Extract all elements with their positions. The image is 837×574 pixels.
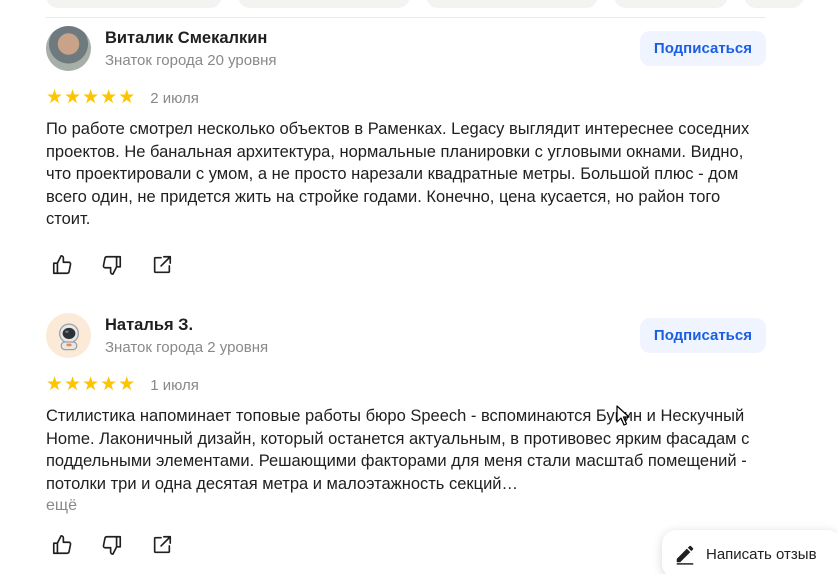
filter-chip[interactable] <box>238 0 410 8</box>
star-rating: ★ ★ ★ ★ ★ <box>46 374 136 395</box>
review-text: По работе смотрел несколько объектов в Р… <box>46 120 750 228</box>
star-icon: ★ <box>82 374 100 395</box>
filter-chip[interactable] <box>614 0 728 8</box>
write-review-button[interactable]: Написать отзыв <box>662 530 837 574</box>
astronaut-icon <box>58 322 79 350</box>
review-meta: ★ ★ ★ ★ ★ 1 июля <box>46 374 776 395</box>
review-date: 2 июля <box>150 89 199 107</box>
thumbs-down-icon <box>102 535 122 555</box>
share-button[interactable] <box>150 533 174 557</box>
star-icon: ★ <box>100 87 118 108</box>
star-icon: ★ <box>64 374 82 395</box>
thumbs-up-icon <box>52 254 72 274</box>
share-icon <box>153 255 172 273</box>
star-icon: ★ <box>118 87 136 108</box>
author-level: Знаток города 20 уровня <box>105 52 277 69</box>
star-icon: ★ <box>46 87 64 108</box>
read-more-link[interactable]: ещё <box>46 495 776 517</box>
thumbs-up-icon <box>52 535 72 555</box>
star-icon: ★ <box>46 374 64 395</box>
review-actions <box>46 253 776 277</box>
star-rating: ★ ★ ★ ★ ★ <box>46 87 136 108</box>
review-card: Виталик Смекалкин Знаток города 20 уровн… <box>46 26 776 277</box>
mouse-cursor-icon <box>616 405 630 426</box>
filter-chip[interactable] <box>744 0 804 8</box>
author-info: Наталья З. Знаток города 2 уровня <box>105 313 268 358</box>
star-icon: ★ <box>82 87 100 108</box>
review-date: 1 июля <box>150 376 199 394</box>
filter-chip[interactable] <box>46 0 222 8</box>
author-level: Знаток города 2 уровня <box>105 339 269 356</box>
share-button[interactable] <box>150 253 174 277</box>
share-icon <box>153 535 172 554</box>
avatar[interactable] <box>46 26 91 71</box>
author-info: Виталик Смекалкин Знаток города 20 уровн… <box>105 26 276 71</box>
star-icon: ★ <box>64 87 82 108</box>
review-card: Наталья З. Знаток города 2 уровня Подпис… <box>46 313 776 557</box>
author-name[interactable]: Наталья З. <box>105 315 268 336</box>
review-meta: ★ ★ ★ ★ ★ 2 июля <box>46 87 776 108</box>
filter-chip[interactable] <box>426 0 598 8</box>
star-icon: ★ <box>118 374 136 395</box>
subscribe-button[interactable]: Подписаться <box>639 31 766 66</box>
pencil-icon <box>676 545 694 565</box>
subscribe-button[interactable]: Подписаться <box>639 318 766 353</box>
like-button[interactable] <box>50 533 74 557</box>
star-icon: ★ <box>100 374 118 395</box>
dislike-button[interactable] <box>100 253 124 277</box>
like-button[interactable] <box>50 253 74 277</box>
avatar[interactable] <box>46 313 91 358</box>
thumbs-down-icon <box>102 255 122 275</box>
divider <box>46 17 766 18</box>
filter-chips <box>46 0 804 8</box>
author-name[interactable]: Виталик Смекалкин <box>105 28 276 49</box>
write-review-label: Написать отзыв <box>706 545 817 563</box>
review-text: Стилистика напоминает топовые работы бюр… <box>46 407 750 493</box>
dislike-button[interactable] <box>100 533 124 557</box>
